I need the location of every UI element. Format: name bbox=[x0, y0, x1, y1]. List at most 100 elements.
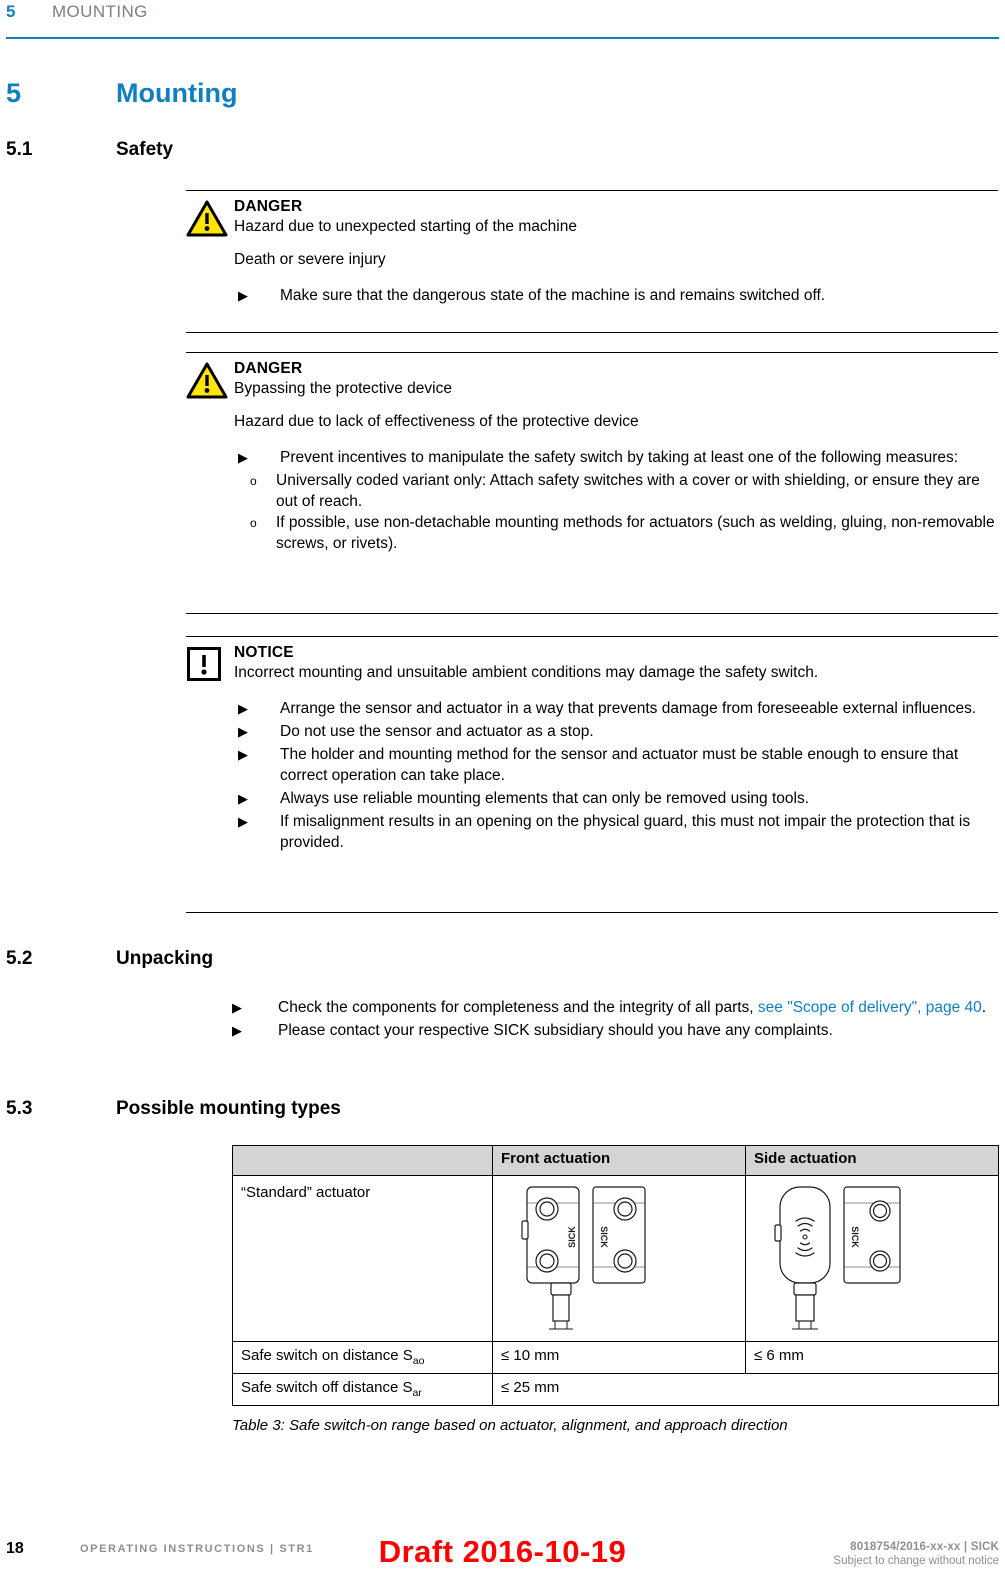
section-heading-mounting-types: 5.3 Possible mounting types bbox=[0, 1098, 1005, 1120]
admonition-notice-bottom bbox=[186, 912, 998, 913]
page-title: 5 Mounting bbox=[0, 78, 1005, 109]
table-row: Safe switch on distance Sao ≤ 10 mm ≤ 6 … bbox=[232, 1341, 999, 1374]
switch-off-label-text: Safe switch off distance S bbox=[241, 1379, 413, 1396]
warning-triangle-icon bbox=[186, 360, 234, 554]
front-actuation-illustration: SICK SICK bbox=[492, 1175, 746, 1342]
admonition-notice: NOTICE Incorrect mounting and unsuitable… bbox=[186, 636, 998, 855]
admonition-subtitle: Bypassing the protective device bbox=[234, 380, 452, 397]
list-item-text: Do not use the sensor and actuator as a … bbox=[280, 723, 594, 740]
admonition-label: DANGER bbox=[234, 198, 303, 215]
list-item-text: The holder and mounting method for the s… bbox=[280, 746, 959, 784]
section-heading-safety: 5.1 Safety bbox=[0, 139, 1005, 161]
mounting-types-table: Front actuation Side actuation “Standard… bbox=[232, 1145, 999, 1406]
nested-list-item: o If possible, use non-detachable mounti… bbox=[234, 512, 998, 554]
nested-list-item: o Universally coded variant only: Attach… bbox=[234, 470, 998, 512]
list-item: ▶ Arrange the sensor and actuator in a w… bbox=[234, 698, 998, 719]
list-item-text: Prevent incentives to manipulate the saf… bbox=[280, 449, 959, 466]
draft-watermark: Draft 2016-10-19 bbox=[378, 1534, 627, 1569]
svg-text:SICK: SICK bbox=[599, 1226, 609, 1248]
table-row: Safe switch off distance Sar ≤ 25 mm bbox=[232, 1373, 999, 1406]
bullet-arrow-icon: ▶ bbox=[238, 701, 248, 716]
mounting-types-table-wrapper: Front actuation Side actuation “Standard… bbox=[232, 1145, 999, 1406]
table-header-row: Front actuation Side actuation bbox=[232, 1145, 999, 1176]
header-divider-rule bbox=[6, 37, 999, 39]
bullet-arrow-icon: ▶ bbox=[238, 288, 248, 303]
list-item-text: Check the components for completeness an… bbox=[278, 997, 1000, 1018]
list-item-text: Please contact your respective SICK subs… bbox=[278, 1022, 833, 1039]
list-item: ▶ Prevent incentives to manipulate the s… bbox=[234, 447, 998, 468]
switch-on-label-text: Safe switch on distance S bbox=[241, 1347, 413, 1364]
table-row: “Standard” actuator SICK SICK SICK bbox=[232, 1175, 999, 1342]
list-item: ▶ If misalignment results in an opening … bbox=[234, 811, 998, 853]
admonition-label: DANGER bbox=[234, 360, 303, 377]
admonition-subtitle: Hazard due to unexpected starting of the… bbox=[234, 218, 577, 235]
admonition-subtitle: Incorrect mounting and unsuitable ambien… bbox=[234, 664, 819, 681]
admonition-action-list: ▶ Arrange the sensor and actuator in a w… bbox=[234, 698, 998, 853]
section-heading-unpacking: 5.2 Unpacking bbox=[0, 948, 1005, 970]
table-header-cell-front: Front actuation bbox=[492, 1145, 746, 1176]
list-item: ▶ Make sure that the dangerous state of … bbox=[234, 285, 998, 306]
cross-reference-link[interactable]: see "Scope of delivery", page 40 bbox=[758, 999, 982, 1016]
h2-number-unpacking: 5.2 bbox=[6, 948, 33, 969]
svg-text:SICK: SICK bbox=[850, 1226, 860, 1248]
h2-number-safety: 5.1 bbox=[6, 139, 33, 160]
admonition-danger-1-bottom bbox=[186, 332, 998, 333]
admonition-danger-2-bottom bbox=[186, 613, 998, 614]
h2-title-unpacking: Unpacking bbox=[116, 948, 214, 969]
bullet-arrow-icon: ▶ bbox=[238, 747, 248, 762]
bullet-arrow-icon: ▶ bbox=[232, 1000, 242, 1015]
unpacking-list: ▶ Check the components for completeness … bbox=[232, 997, 1000, 1043]
switch-off-label-subscript: ar bbox=[412, 1387, 422, 1399]
table-cell-switch-off-value: ≤ 25 mm bbox=[492, 1373, 999, 1406]
bullet-arrow-icon: ▶ bbox=[238, 814, 248, 829]
header-chapter-number: 5 bbox=[6, 2, 16, 21]
admonition-action-list: ▶ Prevent incentives to manipulate the s… bbox=[234, 447, 998, 554]
notice-square-icon bbox=[186, 644, 234, 855]
bullet-arrow-icon: ▶ bbox=[232, 1023, 242, 1038]
admonition-bottom-rule bbox=[186, 912, 998, 913]
table-cell-actuator-label: “Standard” actuator bbox=[232, 1175, 493, 1342]
bullet-arrow-icon: ▶ bbox=[238, 724, 248, 739]
header-chapter-title: MOUNTING bbox=[52, 2, 148, 21]
list-item: ▶ Always use reliable mounting elements … bbox=[234, 788, 998, 809]
admonition-action-list: ▶ Make sure that the dangerous state of … bbox=[234, 285, 998, 306]
table-cell-switch-on-label: Safe switch on distance Sao bbox=[232, 1341, 493, 1374]
admonition-bottom-rule bbox=[186, 613, 998, 614]
table-cell-switch-on-side: ≤ 6 mm bbox=[745, 1341, 999, 1374]
list-item: ▶ Please contact your respective SICK su… bbox=[232, 1020, 1000, 1041]
table-caption: Table 3: Safe switch-on range based on a… bbox=[232, 1417, 788, 1434]
bullet-circle-icon: o bbox=[250, 516, 257, 530]
list-item: ▶ The holder and mounting method for the… bbox=[234, 744, 998, 786]
h2-title-safety: Safety bbox=[116, 139, 174, 160]
bullet-arrow-icon: ▶ bbox=[238, 450, 248, 465]
list-item-text: Make sure that the dangerous state of th… bbox=[280, 287, 826, 304]
list-item-text: Arrange the sensor and actuator in a way… bbox=[280, 700, 977, 717]
switch-on-label-subscript: ao bbox=[412, 1355, 425, 1367]
bullet-arrow-icon: ▶ bbox=[238, 791, 248, 806]
list-item-text-before: Check the components for completeness an… bbox=[278, 999, 758, 1016]
list-item: ▶ Check the components for completeness … bbox=[232, 997, 1000, 1018]
admonition-label: NOTICE bbox=[234, 644, 294, 661]
list-item-text-after: . bbox=[981, 999, 987, 1016]
h2-title-mounting-types: Possible mounting types bbox=[116, 1098, 341, 1119]
table-header-cell-side: Side actuation bbox=[745, 1145, 999, 1176]
page-running-header: 5 MOUNTING bbox=[0, 0, 1005, 40]
admonition-bottom-rule bbox=[186, 332, 998, 333]
svg-text:SICK: SICK bbox=[567, 1226, 577, 1248]
list-item: ▶ Do not use the sensor and actuator as … bbox=[234, 721, 998, 742]
table-cell-switch-on-front: ≤ 10 mm bbox=[492, 1341, 746, 1374]
table-header-cell-blank bbox=[232, 1145, 493, 1176]
nested-list-item-text: If possible, use non-detachable mounting… bbox=[276, 514, 995, 552]
h1-title: Mounting bbox=[116, 78, 238, 108]
admonition-danger-2: DANGER Bypassing the protective device H… bbox=[186, 352, 998, 554]
admonition-paragraph: Hazard due to lack of effectiveness of t… bbox=[234, 413, 639, 430]
table-cell-switch-off-label: Safe switch off distance Sar bbox=[232, 1373, 493, 1406]
warning-triangle-icon bbox=[186, 198, 234, 308]
bullet-circle-icon: o bbox=[250, 474, 257, 488]
h2-number-mounting-types: 5.3 bbox=[6, 1098, 33, 1119]
admonition-paragraph: Death or severe injury bbox=[234, 251, 386, 268]
nested-list: o Universally coded variant only: Attach… bbox=[234, 470, 998, 554]
side-actuation-illustration: SICK bbox=[745, 1175, 999, 1342]
list-item-text: Always use reliable mounting elements th… bbox=[280, 790, 810, 807]
list-item-text: If misalignment results in an opening on… bbox=[280, 813, 971, 851]
